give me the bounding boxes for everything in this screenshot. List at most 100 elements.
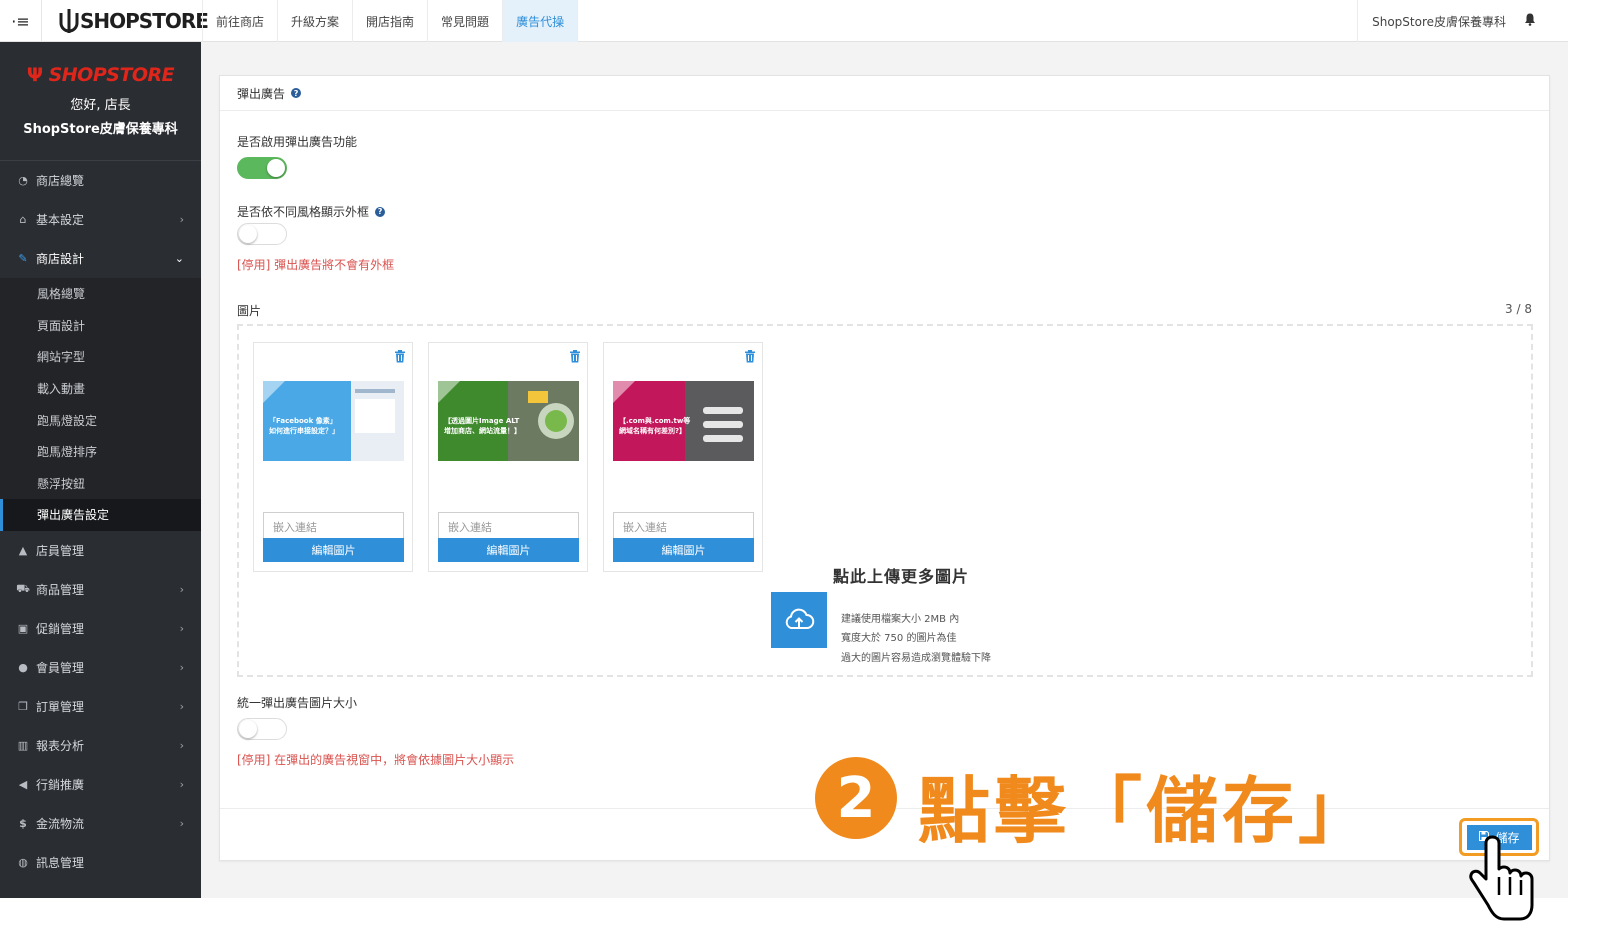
sidebar-item-payment-logistics[interactable]: $ 金流物流 › [0, 804, 201, 843]
toggle-knob [239, 720, 257, 738]
nav-store-guide[interactable]: 開店指南 [352, 0, 427, 42]
embed-link-input[interactable]: 嵌入連結 [613, 512, 754, 538]
edit-image-button[interactable]: 編輯圖片 [263, 538, 404, 562]
chevron-right-icon: › [179, 621, 184, 635]
bell-icon[interactable] [1524, 13, 1536, 30]
unify-size-toggle[interactable] [237, 718, 287, 740]
unify-size-label: 統一彈出廣告圖片大小 [237, 696, 358, 710]
thumbnail-caption: 【透過圖片Image ALT 增加商店、網站流量！】 [444, 417, 521, 435]
image-thumbnail[interactable]: 【.com與.com.tw等 網域名稱有何差別?】 [613, 381, 754, 461]
step-number-badge: 2 [815, 757, 897, 839]
hand-pointer-icon [1469, 835, 1534, 921]
panel-header: 彈出廣告 ? [220, 76, 1549, 111]
subitem-site-font[interactable]: 網站字型 [0, 341, 201, 373]
top-nav: 前往商店 升級方案 開店指南 常見問題 廣告代操 [202, 0, 579, 42]
store-switcher[interactable]: ShopStore皮膚保養專科 [1357, 0, 1536, 42]
bank-icon: ⌂ [19, 213, 27, 226]
image-card: 【.com與.com.tw等 網域名稱有何差別?】 嵌入連結 編輯圖片 [603, 342, 763, 572]
user-lock-icon: ▲ [18, 543, 28, 557]
sidebar-item-promotions[interactable]: ▣ 促銷管理 › [0, 609, 201, 648]
chevron-right-icon: › [179, 738, 184, 752]
trash-icon[interactable] [394, 350, 406, 366]
sidebar-menu-lower: ▲ 店員管理 ⛟ 商品管理 › ▣ 促銷管理 › ● 會員管理 › ❐ 訂單管理 [0, 531, 201, 882]
subitem-marquee-settings[interactable]: 跑馬燈設定 [0, 404, 201, 436]
sidebar-menu: ◔ 商店總覽 ⌂ 基本設定 › ✎ 商店設計 ⌄ [0, 161, 201, 278]
frame-style-toggle[interactable] [237, 223, 287, 245]
sidebar-header: Ψ SHOPSTORE 您好, 店長 ShopStore皮膚保養專科 [0, 42, 201, 161]
subitem-marquee-order[interactable]: 跑馬燈排序 [0, 436, 201, 468]
copy-icon: ❐ [18, 699, 28, 713]
subitem-loading-animation[interactable]: 載入動畫 [0, 373, 201, 405]
sidebar-item-members[interactable]: ● 會員管理 › [0, 648, 201, 687]
image-thumbnail[interactable]: 【透過圖片Image ALT 增加商店、網站流量！】 [438, 381, 579, 461]
embed-link-input[interactable]: 嵌入連結 [438, 512, 579, 538]
upload-hint-width: 寬度大於 750 的圖片為佳 [841, 633, 957, 644]
sidebar-item-basic-settings[interactable]: ⌂ 基本設定 › [0, 200, 201, 239]
images-label: 圖片 [237, 304, 262, 318]
sidebar-item-orders[interactable]: ❐ 訂單管理 › [0, 687, 201, 726]
chevron-right-icon: › [179, 213, 184, 226]
sidebar-item-marketing[interactable]: ◀ 行銷推廣 › [0, 765, 201, 804]
edit-image-button[interactable]: 編輯圖片 [438, 538, 579, 562]
sidebar: Ψ SHOPSTORE 您好, 店長 ShopStore皮膚保養專科 ◔ 商店總… [0, 42, 201, 898]
toggle-knob [239, 225, 257, 243]
step-instruction-text: 點擊「儲存」 [918, 769, 1375, 853]
nav-faq[interactable]: 常見問題 [427, 0, 502, 42]
logo-mark-icon [59, 9, 79, 33]
thumbnail-caption: 【.com與.com.tw等 網域名稱有何差別?】 [619, 417, 691, 435]
subitem-page-design[interactable]: 頁面設計 [0, 310, 201, 342]
nav-visit-store[interactable]: 前往商店 [202, 0, 277, 42]
sidebar-item-store-design[interactable]: ✎ 商店設計 ⌄ [0, 239, 201, 278]
greeting: 您好, 店長 [70, 98, 131, 113]
upload-more-title[interactable]: 點此上傳更多圖片 [833, 563, 1013, 587]
image-thumbnail[interactable]: 「Facebook 像素」 如何進行串接設定？」 [263, 381, 404, 461]
cloud-upload-icon[interactable] [771, 592, 827, 648]
trash-icon[interactable] [744, 350, 756, 366]
sidebar-item-staff[interactable]: ▲ 店員管理 [0, 531, 201, 570]
logo-mark-icon: Ψ [26, 64, 43, 86]
unify-size-warning: [停用] 在彈出的廣告視窗中，將會依據圖片大小顯示 [237, 753, 515, 767]
users-icon: ● [18, 660, 28, 674]
top-bar: ·≡ SHOPSTORE 前往商店 升級方案 開店指南 常見問題 廣告代操 Sh… [0, 0, 1568, 42]
gift-icon: ▣ [17, 621, 29, 635]
frame-style-warning: [停用] 彈出廣告將不會有外框 [237, 258, 395, 272]
store-name: ShopStore皮膚保養專科 [1372, 14, 1506, 29]
chevron-right-icon: › [179, 582, 184, 596]
image-card: 「Facebook 像素」 如何進行串接設定？」 嵌入連結 編輯圖片 [253, 342, 413, 572]
enable-popup-label: 是否啟用彈出廣告功能 [237, 135, 358, 149]
help-icon[interactable]: ? [291, 88, 302, 98]
sidebar-item-messages[interactable]: ◍ 訊息管理 [0, 843, 201, 882]
sidebar-item-reports[interactable]: ▥ 報表分析 › [0, 726, 201, 765]
shop-name: ShopStore皮膚保養專科 [23, 122, 178, 137]
edit-image-button[interactable]: 編輯圖片 [613, 538, 754, 562]
chevron-right-icon: › [179, 660, 184, 674]
menu-icon: ·≡ [11, 11, 30, 31]
sidebar-brand-logo: Ψ SHOPSTORE [26, 64, 175, 86]
chevron-right-icon: › [179, 699, 184, 713]
nav-ad-service[interactable]: 廣告代操 [502, 0, 579, 42]
bullhorn-icon: ◀ [18, 777, 28, 791]
upload-hint-warning: 過大的圖片容易造成瀏覽體驗下降 [841, 653, 991, 664]
store-design-submenu: 風格總覽 頁面設計 網站字型 載入動畫 跑馬燈設定 跑馬燈排序 懸浮按鈕 彈出廣… [0, 278, 201, 531]
subitem-popup-ad-settings[interactable]: 彈出廣告設定 [0, 499, 201, 531]
frame-style-label: 是否依不同風格顯示外框 ? [237, 203, 386, 220]
trash-icon[interactable] [569, 350, 581, 366]
chevron-right-icon: › [179, 816, 184, 830]
sidebar-item-store-overview[interactable]: ◔ 商店總覽 [0, 161, 201, 200]
upload-hint-size: 建議使用檔案大小 2MB 內 [841, 614, 960, 625]
enable-popup-toggle[interactable] [237, 157, 287, 179]
brand-logo[interactable]: SHOPSTORE [58, 6, 209, 36]
chevron-down-icon: ⌄ [174, 252, 184, 265]
sidebar-item-products[interactable]: ⛟ 商品管理 › [0, 570, 201, 609]
images-count: 3 / 8 [1505, 302, 1532, 316]
magic-wand-icon: ✎ [18, 252, 28, 265]
nav-upgrade-plan[interactable]: 升級方案 [277, 0, 352, 42]
embed-link-input[interactable]: 嵌入連結 [263, 512, 404, 538]
thumbnail-caption: 「Facebook 像素」 如何進行串接設定？」 [269, 417, 339, 435]
image-upload-zone[interactable]: 「Facebook 像素」 如何進行串接設定？」 嵌入連結 編輯圖片 【透過圖片… [237, 324, 1533, 677]
subitem-floating-button[interactable]: 懸浮按鈕 [0, 468, 201, 500]
help-icon[interactable]: ? [375, 206, 386, 217]
menu-toggle-button[interactable]: ·≡ [0, 0, 42, 42]
panel-title: 彈出廣告 [237, 86, 286, 101]
subitem-style-overview[interactable]: 風格總覽 [0, 278, 201, 310]
